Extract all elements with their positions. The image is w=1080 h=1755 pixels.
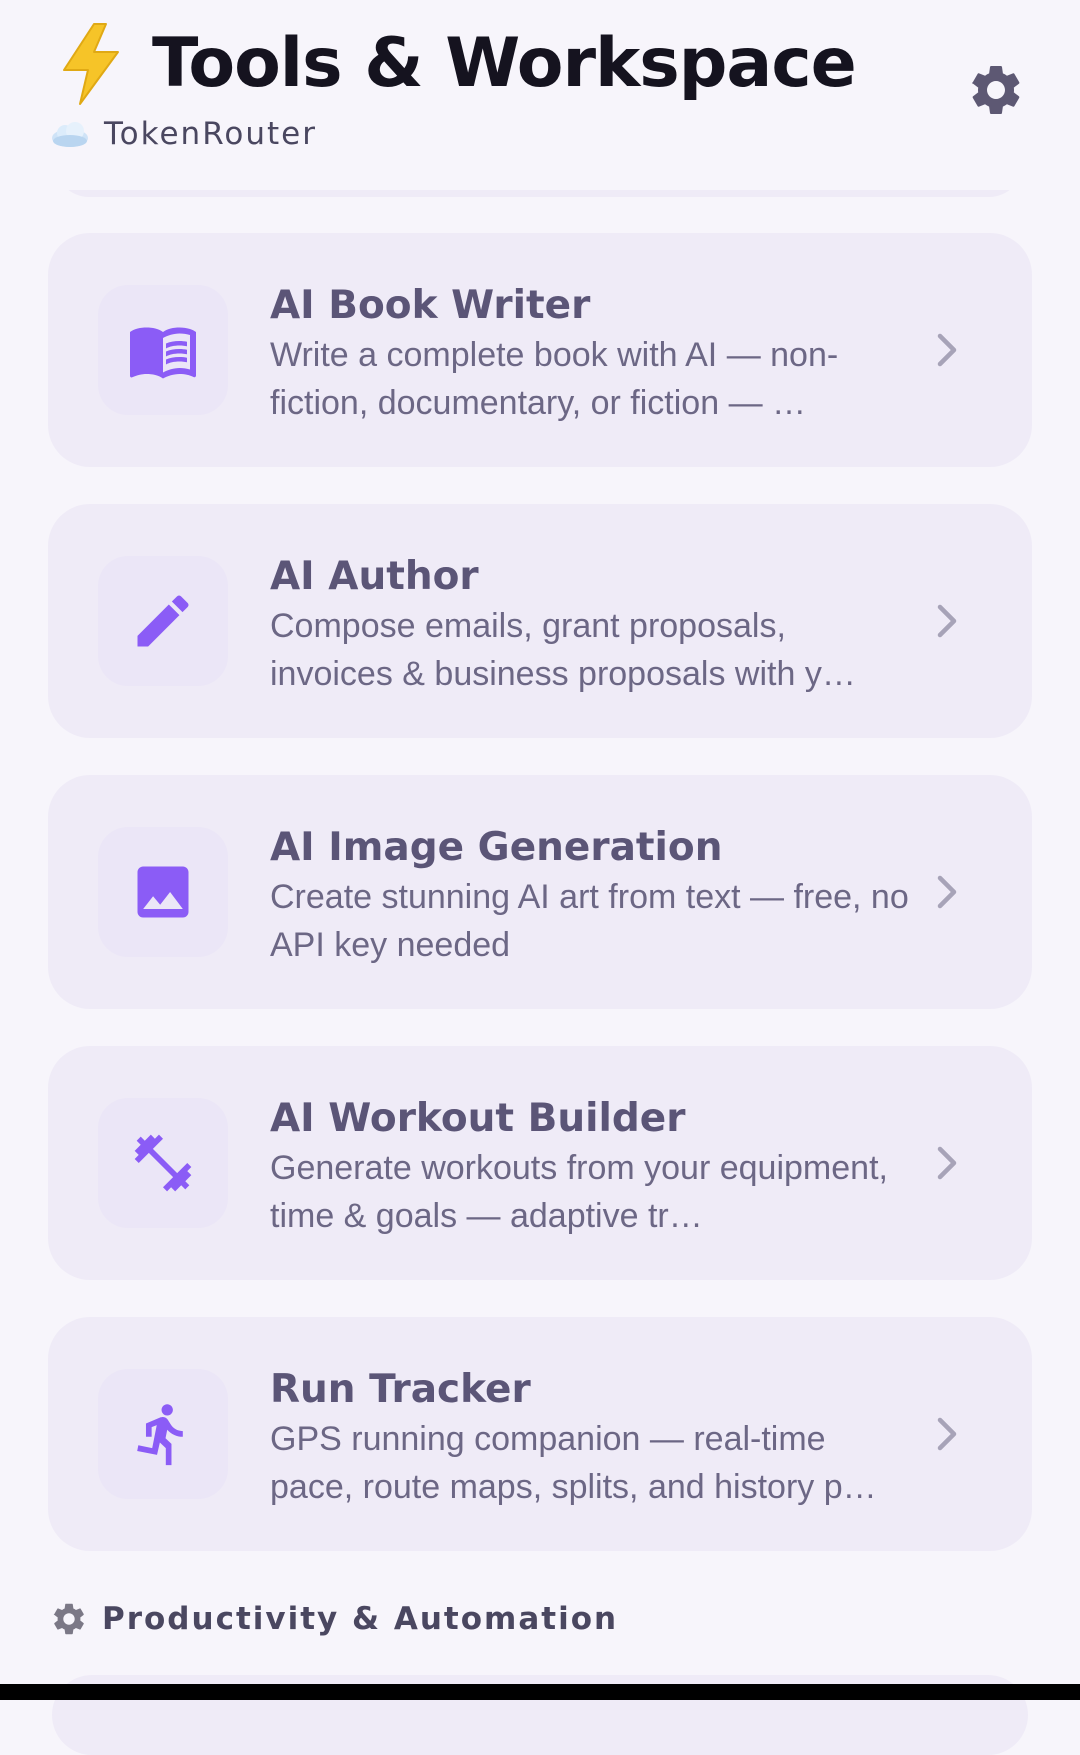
card-ai-book-writer[interactable]: AI Book Writer Write a complete book wit… — [48, 233, 1032, 467]
section-label: Productivity & Automation — [102, 1601, 619, 1637]
gear-icon — [971, 65, 1020, 114]
card-ai-workout-builder[interactable]: AI Workout Builder Generate workouts fro… — [48, 1046, 1032, 1280]
card-icon-container — [98, 285, 228, 415]
chevron-right-icon — [937, 604, 957, 638]
card-description: Create stunning AI art from text — free,… — [270, 878, 909, 964]
card-icon-container — [98, 1369, 228, 1499]
bottom-edge-bar — [0, 1684, 1080, 1700]
chevron-right-icon — [937, 333, 957, 367]
card-title: AI Book Writer — [270, 283, 591, 328]
chevron-right-icon — [937, 1417, 957, 1451]
app-subtitle: TokenRouter — [104, 116, 317, 152]
card-title: AI Author — [270, 554, 479, 599]
image-icon — [137, 866, 189, 918]
subtitle-row: TokenRouter — [50, 116, 317, 152]
card-description: GPS running companion — real-time pace, … — [270, 1420, 877, 1506]
card-description: Compose emails, grant proposals, invoice… — [270, 607, 856, 693]
chevron-right-icon — [937, 875, 957, 909]
card-ai-author[interactable]: AI Author Compose emails, grant proposal… — [48, 504, 1032, 738]
settings-button[interactable] — [962, 56, 1030, 124]
card-ai-image-generation[interactable]: AI Image Generation Create stunning AI a… — [48, 775, 1032, 1009]
card-icon-container — [98, 827, 228, 957]
card-description: Write a complete book with AI — non-fict… — [270, 336, 839, 422]
chevron-right-icon — [937, 1146, 957, 1180]
card-run-tracker[interactable]: Run Tracker GPS running companion — real… — [48, 1317, 1032, 1551]
card-icon-container — [98, 556, 228, 686]
app-header: Tools & Workspace TokenRouter — [0, 0, 1080, 190]
card-title: AI Image Generation — [270, 825, 723, 870]
pencil-icon — [137, 595, 189, 647]
page-title: Tools & Workspace — [152, 24, 857, 103]
card-icon-container — [98, 1098, 228, 1228]
menu-book-icon — [130, 327, 196, 379]
section-heading: Productivity & Automation — [50, 1600, 618, 1638]
running-icon — [137, 1404, 183, 1466]
gear-icon — [53, 1603, 84, 1635]
cloud-icon — [52, 122, 88, 147]
title-row: Tools & Workspace — [58, 22, 857, 106]
card-title: Run Tracker — [270, 1367, 531, 1412]
lightning-bolt-icon — [63, 23, 119, 105]
card-title: AI Workout Builder — [270, 1096, 686, 1141]
card-description: Generate workouts from your equipment, t… — [270, 1149, 888, 1235]
dumbbell-icon — [134, 1134, 192, 1192]
